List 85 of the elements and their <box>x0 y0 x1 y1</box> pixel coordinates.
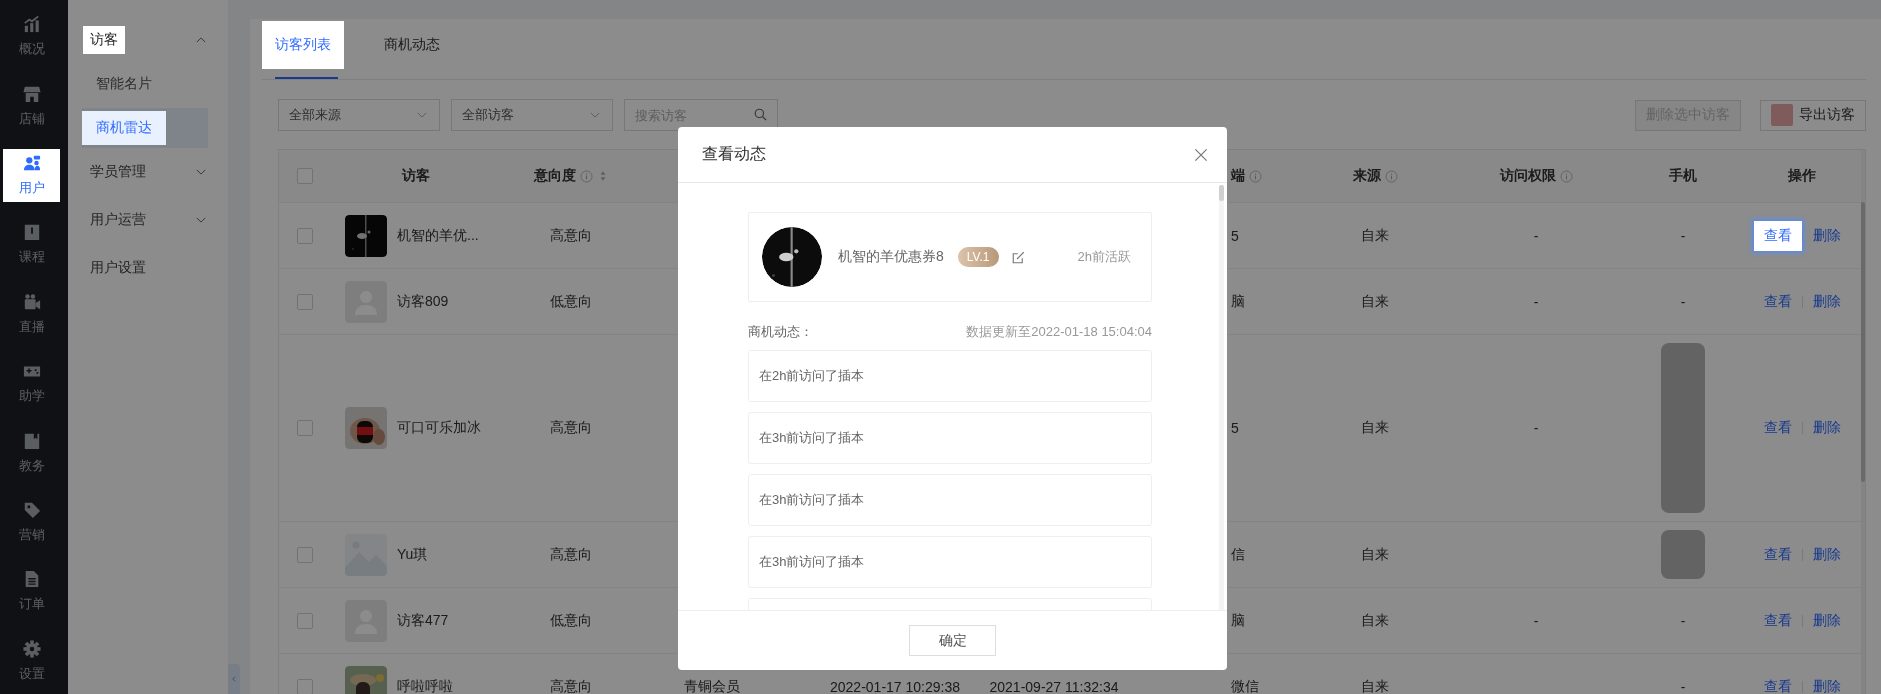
dialog-title: 查看动态 <box>702 144 766 164</box>
visitor-name: 可口可乐加冰 <box>397 419 481 437</box>
action-link[interactable]: 查看 <box>1753 413 1802 443</box>
source-select[interactable]: 全部来源 <box>278 99 440 131</box>
level-badge: LV.1 <box>957 247 999 267</box>
visitor-name: 机智的羊优... <box>397 226 479 245</box>
terminal-text: 5 <box>1231 227 1239 244</box>
action-link[interactable]: 查看 <box>1753 220 1802 251</box>
intent-text: 低意向 <box>550 292 592 311</box>
confirm-button[interactable]: 确定 <box>909 625 996 656</box>
action-link[interactable]: 查看 <box>1753 605 1802 636</box>
terminal-text: 脑 <box>1231 611 1245 630</box>
column-header: 意向度 <box>533 167 576 185</box>
nav-item[interactable]: 教务 <box>3 426 60 480</box>
action-link[interactable]: 删除 <box>1802 220 1851 251</box>
column-header: 操作 <box>1788 167 1816 185</box>
tab[interactable]: 商机动态 <box>371 21 453 79</box>
section-title: 商机动态： <box>748 323 813 341</box>
intent-text: 低意向 <box>550 611 592 630</box>
sidebar-group[interactable]: 用户设置 <box>83 254 153 282</box>
nav-item[interactable]: 设置 <box>3 634 60 689</box>
permission-text: - <box>1533 293 1539 310</box>
member-level: 青铜会员 <box>684 677 740 694</box>
nav-item[interactable]: 用户 <box>3 148 60 203</box>
phone-text: - <box>1680 612 1686 629</box>
activity-card: 在2h前访问了插本 <box>748 350 1152 402</box>
phone-text: - <box>1680 678 1686 694</box>
intent-text: 高意向 <box>550 226 592 245</box>
column-header: 端 <box>1231 167 1245 185</box>
permission-text: - <box>1533 227 1539 244</box>
visitor-name: 访客477 <box>397 611 449 630</box>
last-active: 2h前活跃 <box>1077 248 1131 266</box>
visitor-name: 访客809 <box>397 292 449 311</box>
activity-card: 在3h前访问了插本 <box>748 474 1152 526</box>
intent-text: 高意向 <box>550 419 592 437</box>
nav-item[interactable]: 课程 <box>3 218 60 272</box>
source-text: 自来 <box>1361 292 1389 311</box>
phone-text: - <box>1680 293 1686 310</box>
nav-item[interactable]: 直播 <box>3 287 60 342</box>
nav-item[interactable]: 营销 <box>3 495 60 550</box>
update-time: 数据更新至2022-01-18 15:04:04 <box>966 323 1152 341</box>
source-text: 自来 <box>1361 677 1389 694</box>
terminal-text: 5 <box>1231 420 1239 436</box>
terminal-text: 脑 <box>1231 292 1245 311</box>
source-text: 自来 <box>1361 611 1389 630</box>
source-text: 自来 <box>1361 226 1389 245</box>
sidebar-item[interactable]: 商机雷达 <box>82 108 208 148</box>
column-header: 访客 <box>402 167 430 185</box>
column-header: 手机 <box>1669 167 1697 185</box>
toolbar-button[interactable]: 导出访客 <box>1760 99 1866 131</box>
activity-card: 在3h前访问了插本 <box>748 536 1152 588</box>
sidebar-group[interactable]: 学员管理 <box>83 158 153 186</box>
source-text: 自来 <box>1361 545 1389 564</box>
sidebar-item[interactable]: 智能名片 <box>82 64 208 104</box>
action-link[interactable]: 查看 <box>1753 539 1802 570</box>
nav-item[interactable]: 订单 <box>3 565 60 619</box>
source-text: 自来 <box>1361 419 1389 437</box>
action-link[interactable]: 查看 <box>1753 671 1802 694</box>
action-link[interactable]: 删除 <box>1802 413 1851 443</box>
action-link[interactable]: 删除 <box>1802 671 1851 694</box>
phone-text: - <box>1680 227 1686 244</box>
activity-card: 在3h前访问了插本 <box>748 412 1152 464</box>
visitor-name: Yu琪 <box>397 545 428 564</box>
intent-text: 高意向 <box>550 545 592 564</box>
permission-text: - <box>1533 420 1539 436</box>
permission-text: - <box>1533 612 1539 629</box>
action-link[interactable]: 查看 <box>1753 286 1802 317</box>
visitor-name: 呼啦呼啦 <box>397 677 453 694</box>
timestamp: 2021-09-27 11:32:34 <box>989 678 1119 694</box>
column-header: 来源 <box>1352 167 1381 185</box>
sidebar-group[interactable]: 用户运营 <box>83 206 153 234</box>
intent-text: 高意向 <box>550 677 592 694</box>
column-header: 访问权限 <box>1499 167 1556 185</box>
visitor-select[interactable]: 全部访客 <box>451 99 613 131</box>
action-link[interactable]: 删除 <box>1802 539 1851 570</box>
terminal-text: 微信 <box>1231 677 1259 694</box>
nav-item[interactable]: 店铺 <box>3 79 60 133</box>
terminal-text: 信 <box>1231 545 1245 564</box>
action-link[interactable]: 删除 <box>1802 286 1851 317</box>
sidebar-group[interactable]: 访客 <box>83 26 125 54</box>
profile-name: 机智的羊优惠券8 <box>838 248 944 266</box>
nav-item[interactable]: 概况 <box>3 10 60 64</box>
nav-item[interactable]: 助学 <box>3 357 60 411</box>
timestamp: 2022-01-17 10:29:38 <box>830 678 960 694</box>
action-link[interactable]: 删除 <box>1802 605 1851 636</box>
